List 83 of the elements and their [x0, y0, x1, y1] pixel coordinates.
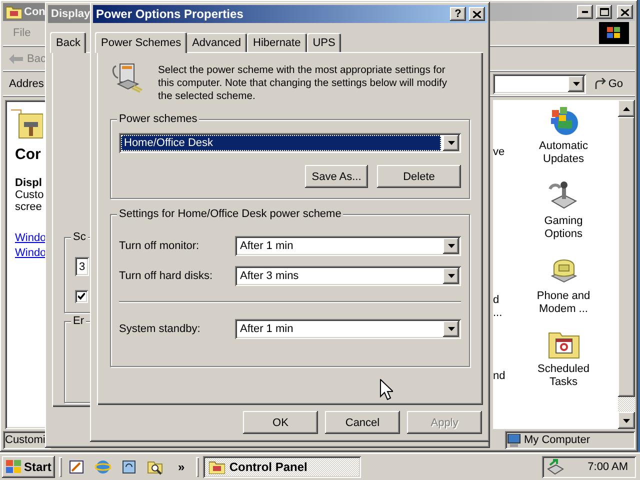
minimize-button[interactable] [577, 5, 593, 19]
setting-dropdown[interactable]: After 1 min [235, 319, 461, 339]
up-arrow-icon [623, 106, 630, 110]
caret-icon [448, 327, 454, 331]
group-label: Power schemes [117, 113, 200, 125]
icon-label: ve [493, 146, 505, 158]
setting-label: Turn off hard disks: [119, 270, 214, 282]
scroll-down-button[interactable] [618, 412, 635, 429]
page-heading: Cor [15, 146, 42, 163]
folder-icon [6, 5, 22, 19]
icon-label: ... [493, 307, 502, 319]
maximize-button[interactable] [596, 5, 612, 19]
address-field[interactable] [493, 74, 586, 94]
caret-icon [623, 418, 630, 422]
start-button[interactable]: Start [2, 456, 56, 478]
dropdown-button[interactable] [443, 135, 459, 151]
input-field[interactable]: 3 [75, 257, 89, 276]
icon-label[interactable]: Automatic Updates [528, 140, 600, 166]
caret-icon [572, 82, 580, 86]
dropdown-button[interactable] [443, 321, 459, 337]
close-icon [473, 10, 481, 18]
mouse-pointer-icon [380, 379, 393, 400]
dropdown-button[interactable] [568, 76, 584, 92]
taskbar-button[interactable]: Control Panel [203, 456, 362, 478]
scheme-dropdown[interactable]: Home/Office Desk [119, 133, 461, 153]
tab[interactable]: Power Schemes [95, 32, 188, 53]
icon-label[interactable]: Scheduled Tasks [528, 363, 600, 389]
globe-icon [95, 459, 112, 475]
search-icon [147, 459, 164, 475]
close-button[interactable] [469, 7, 485, 21]
dropdown-button[interactable] [443, 238, 459, 254]
icon-label[interactable]: Phone and Modem ... [528, 290, 600, 316]
description-text: Select the power scheme with the most appropriate settings for this computer. Note that changing the settings below will modify the selected scheme. [158, 64, 448, 103]
tab[interactable]: Back [50, 32, 86, 53]
icon-label: nd [493, 370, 506, 382]
minimize-icon [582, 11, 588, 13]
arrow-icon [594, 78, 606, 90]
caret-icon [448, 274, 454, 278]
clock: 7:00 AM [588, 461, 628, 473]
close-icon [621, 8, 629, 16]
computer-icon [507, 434, 521, 446]
setting-label: System standby: [119, 323, 202, 335]
icon-label[interactable]: Gaming Options [528, 215, 600, 241]
dialog-button[interactable]: OK [243, 411, 318, 434]
push-button[interactable]: Save As... [305, 165, 368, 188]
checkbox[interactable] [75, 290, 88, 303]
dialog-button[interactable]: Cancel [325, 411, 400, 434]
windows-logo-icon [607, 27, 621, 39]
dialog-title: Display [51, 8, 90, 20]
network-icon [546, 459, 564, 475]
joystick-icon [548, 179, 580, 211]
item-description: Custo [15, 189, 45, 201]
item-title: Displ [15, 177, 43, 189]
caret-icon [448, 244, 454, 248]
push-button[interactable]: Delete [377, 165, 461, 188]
setting-dropdown[interactable]: After 3 mins [235, 266, 461, 286]
back-arrow-icon [9, 54, 23, 64]
check-icon [78, 293, 85, 300]
dropdown-button[interactable] [443, 268, 459, 284]
address-label: Addres [9, 78, 44, 90]
icon-label: d [493, 294, 500, 306]
setting-label: Turn off monitor: [119, 240, 200, 252]
group-label: Sc [71, 231, 88, 243]
group-label: Er [71, 315, 86, 327]
window-title: Con [24, 6, 46, 18]
chevron-button[interactable]: » [170, 456, 192, 478]
tab[interactable]: UPS [306, 33, 342, 52]
item-description: scree [15, 201, 43, 213]
status-zone: My Computer [505, 431, 635, 449]
dialog-title: Power Options Properties [96, 7, 244, 21]
folder-icon [209, 460, 226, 474]
caret-icon [448, 141, 454, 145]
setting-dropdown[interactable]: After 1 min [235, 236, 461, 256]
go-button[interactable]: Go [590, 78, 627, 90]
scroll-up-button[interactable] [618, 100, 635, 117]
tab[interactable]: Advanced [186, 33, 248, 52]
group-label: Settings for Home/Office Desk power scheme [117, 208, 344, 220]
windows-logo-icon [6, 460, 22, 474]
selected-value: Home/Office Desk [121, 135, 441, 151]
maximize-icon [600, 8, 608, 16]
tab[interactable]: Hibernate [247, 33, 307, 52]
help-button[interactable]: ? [450, 7, 466, 21]
close-button[interactable] [617, 5, 633, 19]
